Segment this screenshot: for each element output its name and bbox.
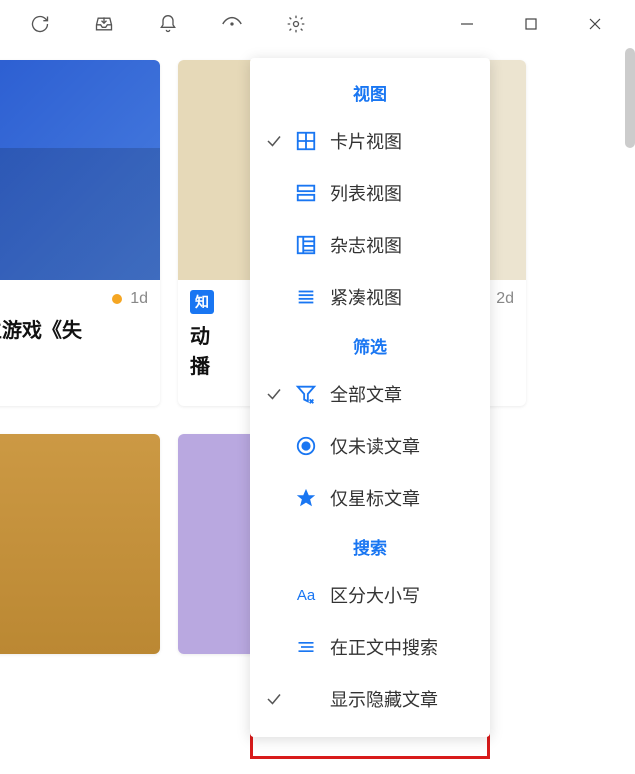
menu-item-label: 仅未读文章 — [324, 433, 420, 459]
card-thumbnail — [0, 60, 160, 280]
menu-item-magazine-view[interactable]: 杂志视图 — [250, 219, 490, 271]
bell-icon[interactable] — [136, 0, 200, 48]
menu-item-label: 卡片视图 — [324, 128, 402, 154]
article-card[interactable] — [0, 434, 160, 654]
menu-item-list-view[interactable]: 列表视图 — [250, 167, 490, 219]
menu-item-label: 区分大小写 — [324, 582, 420, 608]
menu-section-title: 视图 — [250, 70, 490, 115]
magazine-icon — [288, 234, 324, 256]
menu-item-card-view[interactable]: 卡片视图 — [250, 115, 490, 167]
menu-item-label: 显示隐藏文章 — [324, 686, 438, 712]
radio-icon — [288, 435, 324, 457]
menu-item-label: 紧凑视图 — [324, 284, 402, 310]
view-options-menu: 视图 卡片视图 列表视图 杂志视图 紧凑视图 筛选 — [250, 58, 490, 737]
align-icon — [288, 637, 324, 657]
menu-item-label: 仅星标文章 — [324, 485, 420, 511]
menu-item-label: 杂志视图 — [324, 232, 402, 258]
menu-section-title: 搜索 — [250, 524, 490, 569]
check-icon — [260, 690, 288, 708]
card-time: 2d — [496, 290, 514, 308]
close-button[interactable] — [563, 0, 627, 48]
menu-section-title: 筛选 — [250, 323, 490, 368]
check-icon — [260, 385, 288, 403]
refresh-icon[interactable] — [8, 0, 72, 48]
menu-item-show-hidden[interactable]: 显示隐藏文章 — [250, 673, 490, 725]
minimize-button[interactable] — [435, 0, 499, 48]
menu-item-compact-view[interactable]: 紧凑视图 — [250, 271, 490, 323]
inbox-icon[interactable] — [72, 0, 136, 48]
menu-item-case-sensitive[interactable]: Aa 区分大小写 — [250, 569, 490, 621]
toolbar — [0, 0, 635, 48]
grid-icon — [288, 130, 324, 152]
star-icon — [288, 487, 324, 509]
aa-icon: Aa — [288, 587, 324, 604]
menu-item-label: 在正文中搜索 — [324, 634, 438, 660]
compact-icon — [288, 286, 324, 308]
eye-icon[interactable] — [200, 0, 264, 48]
card-thumbnail — [0, 434, 160, 654]
list-icon — [288, 182, 324, 204]
menu-item-unread-only[interactable]: 仅未读文章 — [250, 420, 490, 472]
menu-item-all-articles[interactable]: 全部文章 — [250, 368, 490, 420]
zhihu-badge-icon: 知 — [190, 290, 214, 314]
menu-item-label: 全部文章 — [324, 381, 402, 407]
card-time: 1d — [130, 290, 148, 308]
menu-item-search-body[interactable]: 在正文中搜索 — [250, 621, 490, 673]
menu-item-starred-only[interactable]: 仅星标文章 — [250, 472, 490, 524]
menu-item-label: 列表视图 — [324, 180, 402, 206]
funnel-icon — [288, 383, 324, 405]
article-card[interactable]: 1d 立游戏《失 — [0, 60, 160, 406]
unread-dot-icon — [112, 294, 122, 304]
gear-icon[interactable] — [264, 0, 328, 48]
maximize-button[interactable] — [499, 0, 563, 48]
card-title: 立游戏《失 — [0, 314, 160, 370]
check-icon — [260, 132, 288, 150]
